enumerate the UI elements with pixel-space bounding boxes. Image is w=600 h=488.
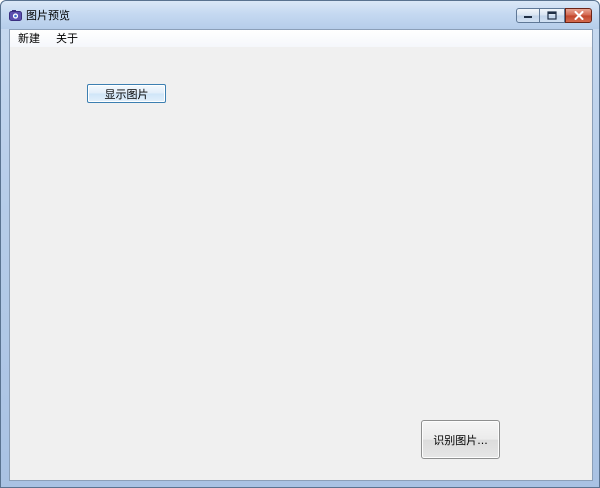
minimize-button[interactable] bbox=[516, 8, 540, 23]
client-area: 新建 关于 显示图片 识别图片... bbox=[9, 29, 593, 481]
title-bar[interactable]: 图片预览 bbox=[1, 1, 599, 29]
close-button[interactable] bbox=[565, 8, 592, 23]
close-icon bbox=[574, 11, 583, 20]
menu-item-new[interactable]: 新建 bbox=[10, 32, 48, 45]
menu-item-about[interactable]: 关于 bbox=[48, 32, 86, 45]
show-image-button[interactable]: 显示图片 bbox=[87, 84, 166, 103]
maximize-button[interactable] bbox=[540, 8, 565, 23]
maximize-icon bbox=[547, 11, 557, 20]
app-window: 图片预览 新建 关于 显示图片 识别图片... bbox=[0, 0, 600, 488]
camera-app-icon bbox=[9, 9, 22, 22]
menu-bar: 新建 关于 bbox=[10, 30, 592, 47]
window-title: 图片预览 bbox=[26, 9, 70, 22]
minimize-icon bbox=[524, 15, 532, 18]
recognize-image-button[interactable]: 识别图片... bbox=[421, 420, 500, 459]
